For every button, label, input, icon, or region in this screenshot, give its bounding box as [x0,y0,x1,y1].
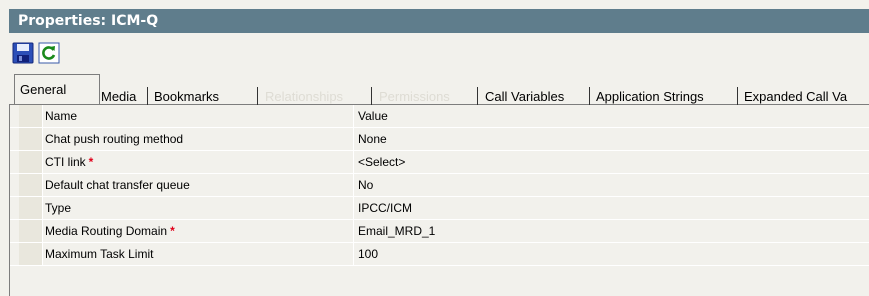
row-header-cell[interactable] [19,128,43,150]
column-header-value[interactable]: Value [355,105,869,127]
tab-separator [477,87,478,106]
tab-expanded-call-variables[interactable]: Expanded Call Va [744,88,847,106]
tab-permissions: Permissions [379,89,450,104]
tab-separator [257,87,258,106]
tab-media[interactable]: Media [101,88,136,106]
table-row[interactable]: CTI link * <Select> [10,151,869,174]
property-value[interactable]: No [355,174,869,196]
property-name: Default chat transfer queue [43,174,354,196]
properties-grid: Name Value Chat push routing method None… [9,105,869,296]
row-header-cell[interactable] [19,174,43,196]
property-name-text: Type [45,201,72,215]
table-row[interactable]: Type IPCC/ICM [10,197,869,220]
refresh-icon [38,42,60,64]
column-header-name[interactable]: Name [43,105,354,127]
save-icon [12,42,34,64]
row-header-cell[interactable] [19,151,43,173]
property-value[interactable]: <Select> [355,151,869,173]
required-marker: * [170,224,175,238]
row-header-cell[interactable] [19,197,43,219]
refresh-button[interactable] [37,40,61,66]
tab-application-strings[interactable]: Application Strings [596,88,704,106]
property-name-text: Media Routing Domain [45,224,168,238]
property-name-text: CTI link [45,155,86,169]
table-row[interactable]: Default chat transfer queue No [10,174,869,197]
table-row[interactable]: Maximum Task Limit 100 [10,243,869,266]
property-name: Media Routing Domain * [43,220,354,242]
property-name-text: Chat push routing method [45,132,184,146]
tab-separator [147,87,148,106]
tab-call-variables[interactable]: Call Variables [485,88,564,106]
row-header-cell [19,105,43,127]
save-button[interactable] [11,40,35,66]
property-name: Maximum Task Limit [43,243,354,265]
tab-separator [371,87,372,106]
table-row[interactable]: Media Routing Domain * Email_MRD_1 [10,220,869,243]
tab-bookmarks[interactable]: Bookmarks [154,88,219,106]
property-name-text: Default chat transfer queue [45,178,190,192]
grid-header-row: Name Value [10,105,869,128]
property-name: Chat push routing method [43,128,354,150]
table-row[interactable]: Chat push routing method None [10,128,869,151]
toolbar [11,38,869,70]
property-value[interactable]: 100 [355,243,869,265]
tab-general[interactable]: General [14,74,100,104]
property-name: Type [43,197,354,219]
row-header-cell[interactable] [19,220,43,242]
property-value[interactable]: IPCC/ICM [355,197,869,219]
tab-relationships: Relationships [265,89,344,104]
window-title: Properties: ICM-Q [9,9,869,33]
required-marker: * [88,155,94,169]
tab-separator [737,87,738,106]
property-value[interactable]: Email_MRD_1 [355,220,869,242]
property-name: CTI link * [43,151,354,173]
row-header-cell[interactable] [19,243,43,265]
tab-separator [589,87,590,106]
property-value[interactable]: None [355,128,869,150]
property-name-text: Maximum Task Limit [45,247,154,261]
